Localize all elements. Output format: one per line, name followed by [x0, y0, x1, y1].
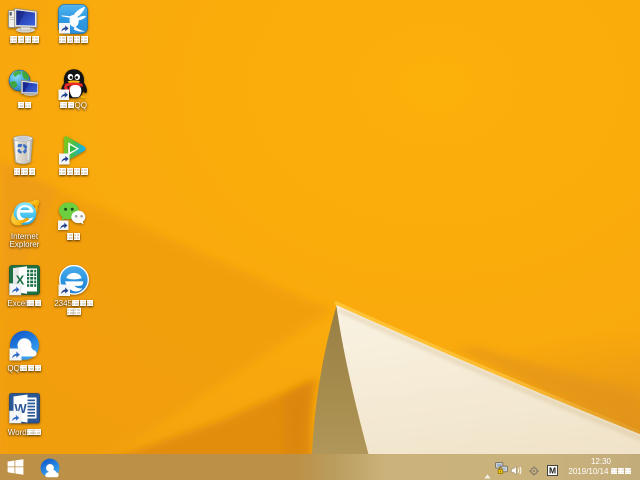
svg-text:M: M — [548, 466, 555, 476]
